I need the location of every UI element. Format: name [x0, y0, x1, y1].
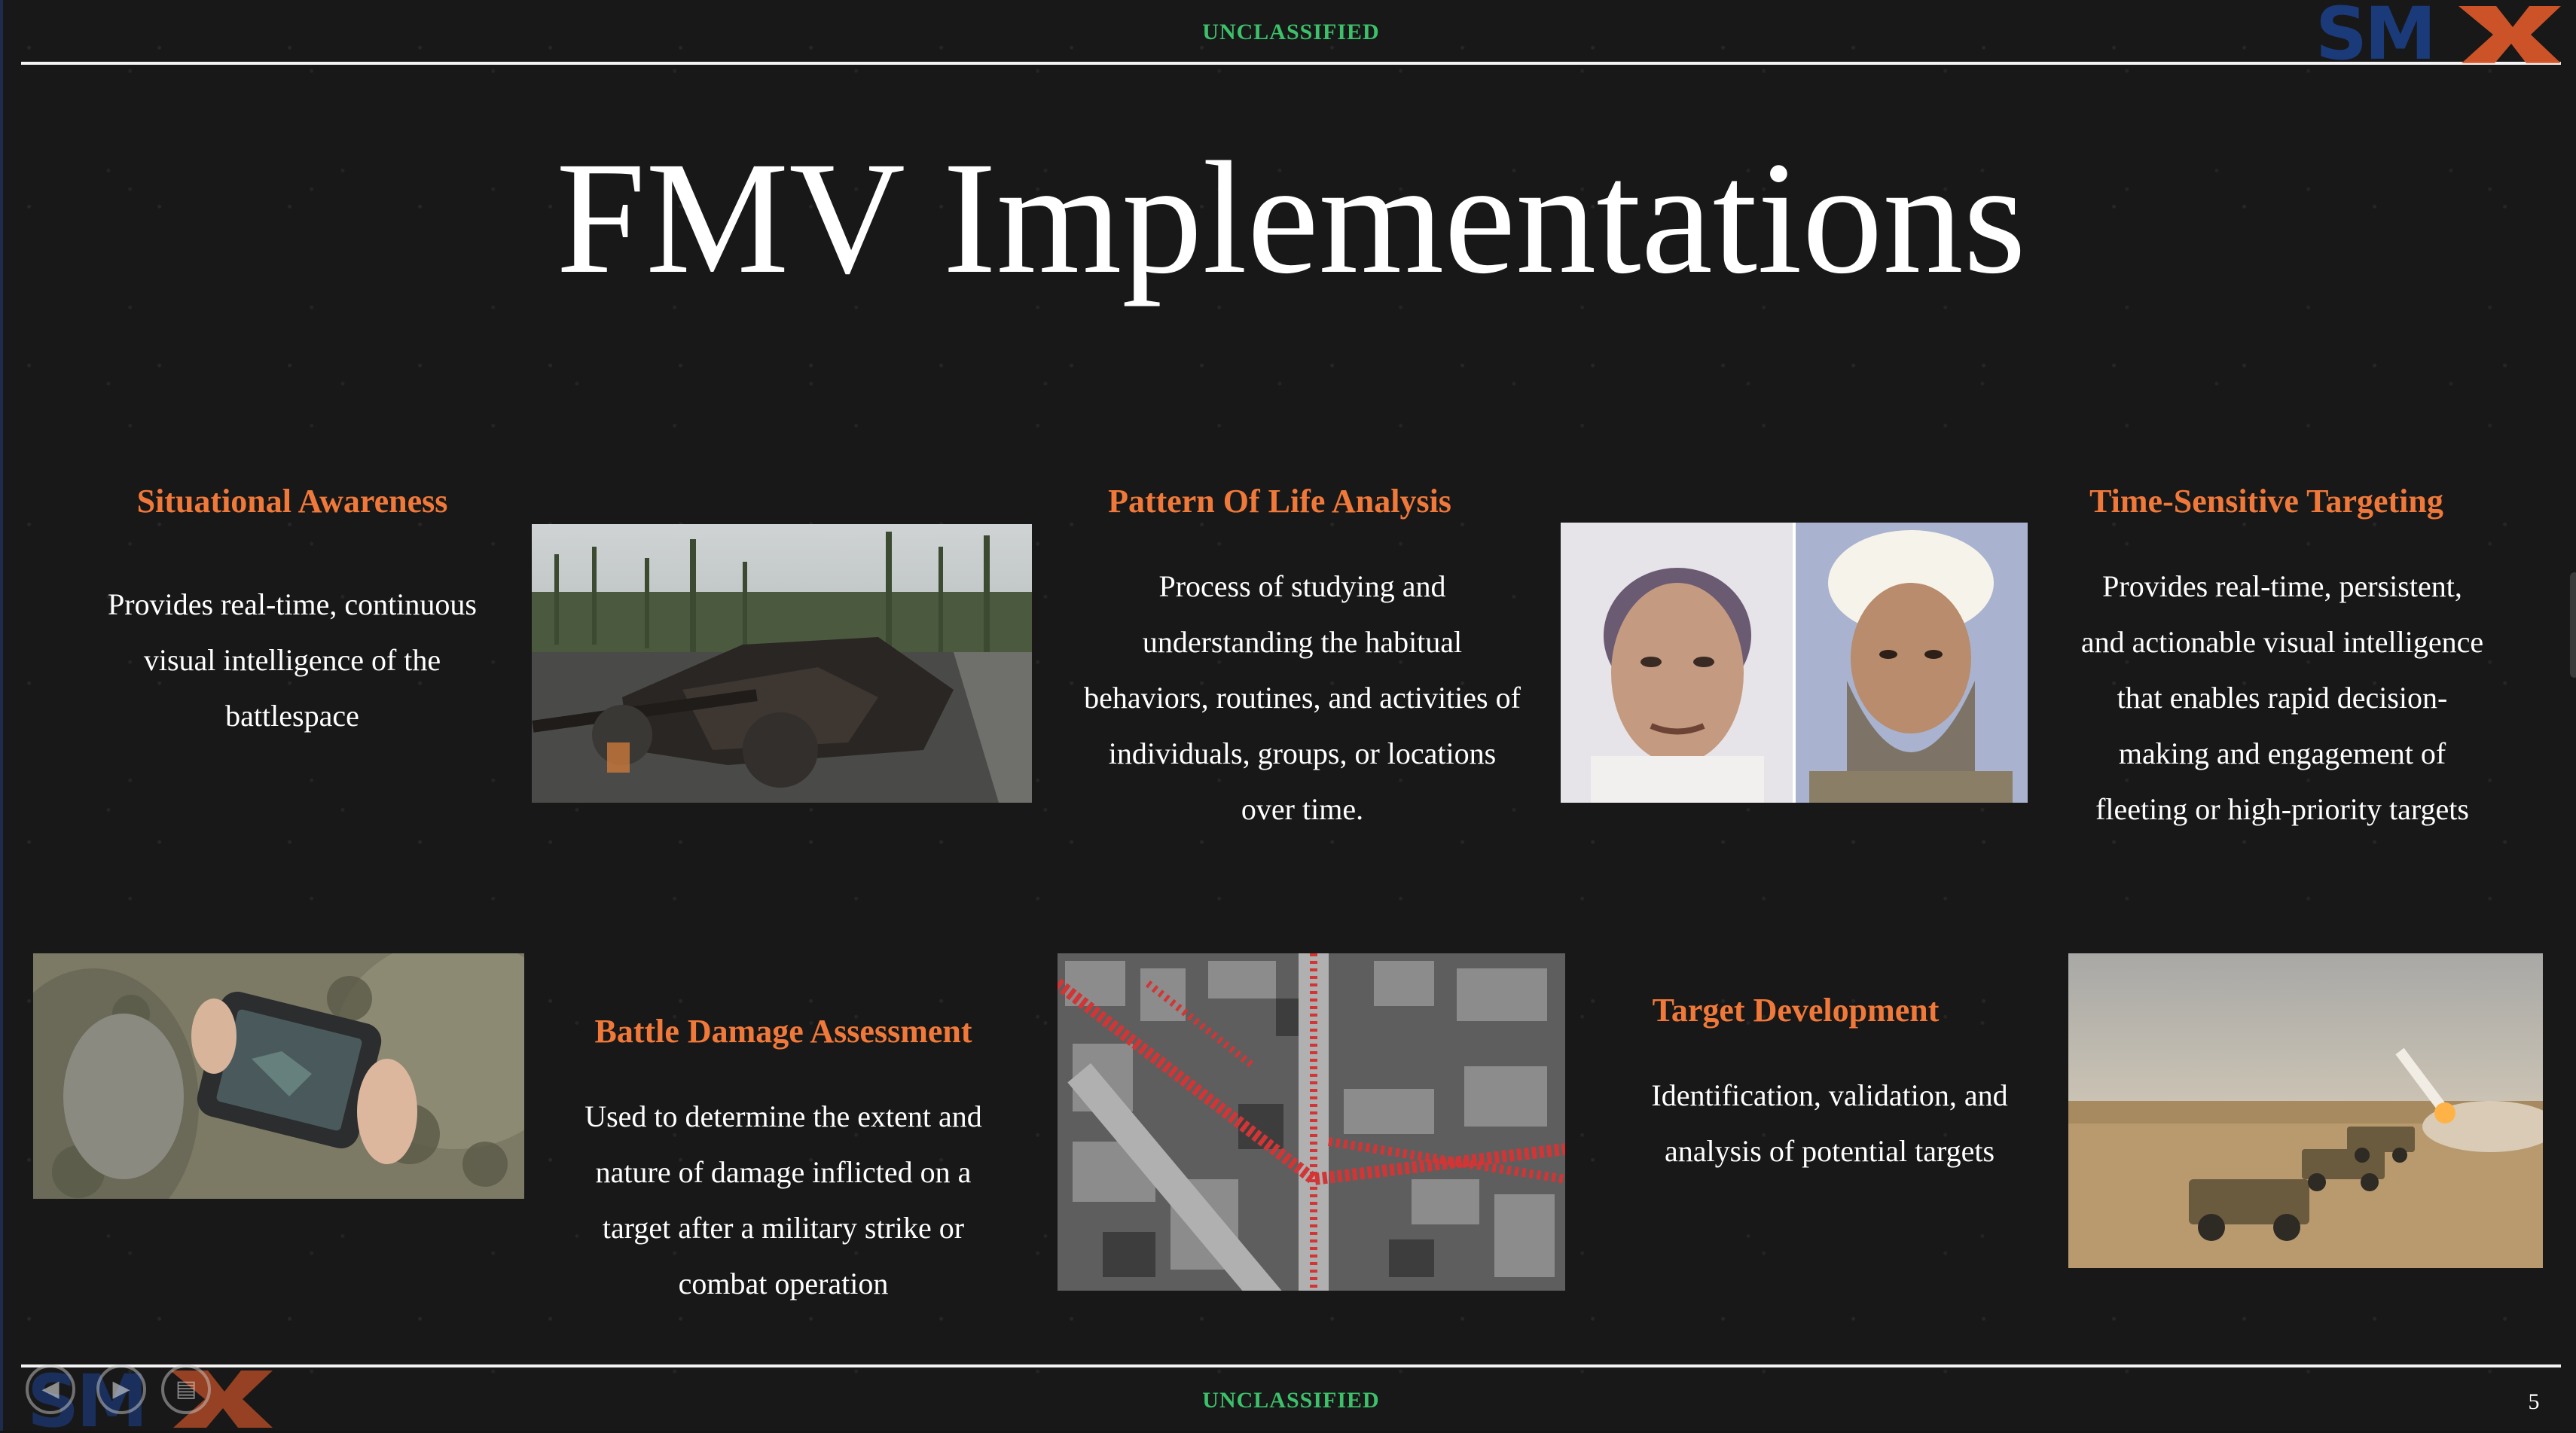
- slide: UNCLASSIFIED SM FMV Implementations Situ…: [0, 0, 2576, 1433]
- desc-battle-damage-assessment: Used to determine the extent and nature …: [535, 1089, 1032, 1312]
- desc-line: nature of damage inflicted on a: [595, 1155, 972, 1189]
- smx-logo: SM: [2308, 0, 2564, 76]
- destroyed-tank-photo: [532, 524, 1032, 803]
- aerial-city-map-photo: [1058, 953, 1565, 1291]
- desc-line: Process of studying and: [1158, 569, 1446, 603]
- top-divider: [21, 62, 2561, 65]
- desc-line: Used to determine the extent and: [584, 1099, 982, 1133]
- heading-time-sensitive-targeting: Time-Sensitive Targeting: [2089, 483, 2443, 520]
- bottom-divider: [21, 1364, 2561, 1367]
- desc-line: over time.: [1241, 792, 1364, 826]
- desc-line: individuals, groups, or locations: [1108, 736, 1497, 770]
- desc-situational-awareness: Provides real-time, continuous visual in…: [66, 577, 518, 744]
- desc-line: behaviors, routines, and activities of: [1084, 681, 1521, 715]
- desc-line: analysis of potential targets: [1664, 1134, 1995, 1168]
- soldier-tablet-photo: [33, 953, 524, 1199]
- face-comparison-photo: [1561, 523, 2028, 803]
- desc-line: fleeting or high-priority targets: [2095, 792, 2469, 826]
- heading-battle-damage-assessment: Battle Damage Assessment: [594, 1013, 972, 1050]
- desc-line: Identification, validation, and: [1651, 1078, 2008, 1112]
- desc-line: Provides real-time, persistent,: [2102, 569, 2462, 603]
- scroll-handle[interactable]: [2570, 572, 2576, 678]
- desc-target-development: Identification, validation, and analysis…: [1600, 1068, 2059, 1179]
- desc-line: making and engagement of: [2118, 736, 2446, 770]
- desc-line: visual intelligence of the: [143, 643, 441, 677]
- desc-time-sensitive-targeting: Provides real-time, persistent, and acti…: [2041, 559, 2523, 837]
- menu-icon: ▤: [175, 1376, 197, 1402]
- previous-slide-button[interactable]: ◀: [26, 1364, 75, 1414]
- page-number: 5: [2528, 1389, 2540, 1414]
- heading-target-development: Target Development: [1652, 992, 1940, 1029]
- svg-text:SM: SM: [2315, 0, 2434, 65]
- next-slide-button[interactable]: ▶: [96, 1364, 146, 1414]
- slide-menu-button[interactable]: ▤: [161, 1364, 211, 1414]
- desc-line: battlespace: [225, 699, 359, 733]
- play-icon: ▶: [112, 1376, 130, 1402]
- slide-title: FMV Implementations: [556, 129, 2026, 307]
- desc-line: combat operation: [678, 1267, 889, 1300]
- desc-line: understanding the habitual: [1142, 625, 1463, 659]
- classification-banner-bottom: UNCLASSIFIED: [1202, 1388, 1380, 1413]
- heading-pattern-of-life: Pattern Of Life Analysis: [1108, 483, 1451, 520]
- desc-pattern-of-life: Process of studying and understanding th…: [1035, 559, 1570, 837]
- previous-icon: ◀: [41, 1376, 60, 1402]
- classification-banner-top: UNCLASSIFIED: [1202, 20, 1380, 44]
- rocket-launch-photo: [2068, 953, 2543, 1268]
- desc-line: and actionable visual intelligence: [2080, 625, 2484, 659]
- heading-situational-awareness: Situational Awareness: [136, 483, 448, 520]
- desc-line: target after a military strike or: [602, 1211, 965, 1245]
- desc-line: Provides real-time, continuous: [108, 587, 477, 621]
- desc-line: that enables rapid decision-: [2117, 681, 2448, 715]
